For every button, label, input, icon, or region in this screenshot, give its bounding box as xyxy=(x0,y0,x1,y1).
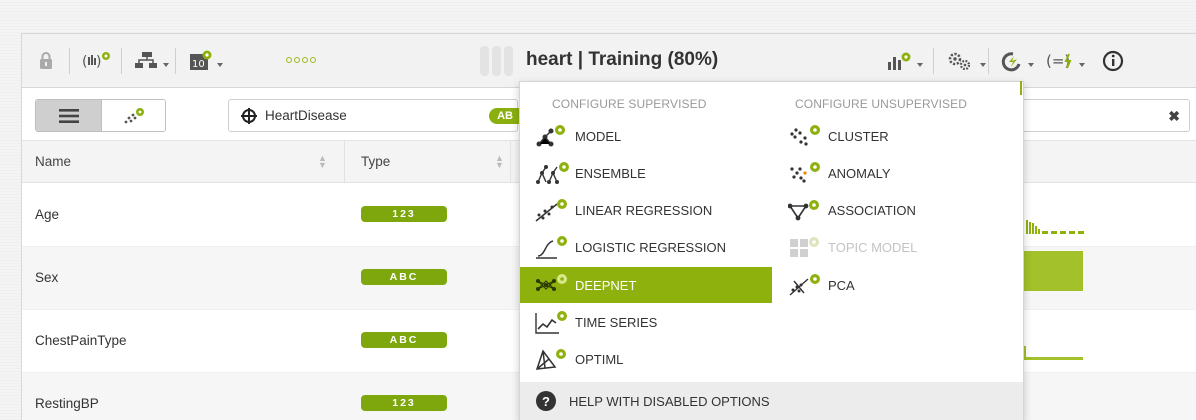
toolbar-divider xyxy=(988,48,989,74)
menu-item-time-series[interactable]: TIME SERIES xyxy=(520,304,772,340)
menu-item-label: ASSOCIATION xyxy=(828,202,916,218)
ensemble-icon xyxy=(535,159,575,187)
menu-item-logistic-regression[interactable]: LOGISTIC REGRESSION xyxy=(520,229,772,265)
info-icon[interactable] xyxy=(1102,47,1124,75)
toolbar-divider xyxy=(69,48,70,74)
menu-item-anomaly[interactable]: ANOMALY xyxy=(780,155,1020,191)
scatterplot-icon xyxy=(124,107,144,123)
network-icon[interactable] xyxy=(134,47,169,75)
column-divider xyxy=(510,141,511,183)
view-toggle xyxy=(35,99,166,132)
menu-item-label: LINEAR REGRESSION xyxy=(575,202,713,218)
field-name: Age xyxy=(35,207,60,222)
field-type-badge: ABC xyxy=(361,269,447,285)
menu-item-label: LOGISTIC REGRESSION xyxy=(575,239,726,255)
menu-item-model[interactable]: MODEL xyxy=(520,118,772,154)
objective-field-name: HeartDisease xyxy=(265,108,347,123)
menu-item-label: MODEL xyxy=(575,128,622,144)
progress-dots xyxy=(286,57,316,63)
optiml-icon xyxy=(535,345,575,373)
formula-icon[interactable]: (=) xyxy=(1046,47,1085,75)
column-header-name[interactable]: Name xyxy=(35,154,71,169)
field-type-badge: 123 xyxy=(361,206,447,222)
svg-text:(: ( xyxy=(82,54,87,70)
target-icon xyxy=(241,107,257,124)
page-title: heart | Training (80%) xyxy=(526,49,719,70)
list-view-button[interactable] xyxy=(36,100,102,131)
anomaly-icon xyxy=(788,159,828,187)
menu-item-label: TOPIC MODEL xyxy=(828,239,918,255)
menu-item-label: ANOMALY xyxy=(828,165,891,181)
automation-icon[interactable] xyxy=(999,47,1034,75)
configure-model-menu: CONFIGURE SUPERVISED CONFIGURE UNSUPERVI… xyxy=(519,81,1024,420)
toolbar-divider xyxy=(175,48,176,74)
toolbar-divider xyxy=(121,48,122,74)
topic-model-icon xyxy=(788,233,828,261)
objective-field-selector[interactable]: HeartDisease AB xyxy=(228,99,519,132)
menu-item-deepnet[interactable]: DEEPNET xyxy=(520,267,772,303)
logistic-regression-icon xyxy=(535,233,575,261)
dataset-view: () 10 heart | Training (80%) (=) HeartDi… xyxy=(21,33,1196,420)
toolbar-divider xyxy=(933,48,934,74)
help-disabled-options[interactable]: ? HELP WITH DISABLED OPTIONS xyxy=(520,382,1023,420)
drag-handle-icon[interactable] xyxy=(480,46,513,76)
histogram xyxy=(1024,346,1083,360)
histogram xyxy=(1026,220,1084,234)
menu-item-label: OPTIML xyxy=(575,351,624,367)
field-name: RestingBP xyxy=(35,396,99,411)
menu-item-ensemble[interactable]: ENSEMBLE xyxy=(520,155,772,191)
menu-item-optiml[interactable]: OPTIML xyxy=(520,341,772,377)
menu-item-label: PCA xyxy=(828,277,855,293)
search-input[interactable]: ✖ xyxy=(1024,99,1190,132)
sort-icon[interactable]: ▲ ▼ xyxy=(495,154,504,170)
column-divider xyxy=(344,141,345,183)
toolbar: () 10 heart | Training (80%) (=) xyxy=(22,34,1196,88)
help-icon: ? xyxy=(536,391,556,411)
linear-regression-icon xyxy=(535,196,575,224)
sources-icon[interactable]: () xyxy=(82,47,112,75)
clear-search-icon[interactable]: ✖ xyxy=(1168,108,1180,125)
field-name: ChestPainType xyxy=(35,333,127,348)
objective-type-badge: AB xyxy=(489,108,519,124)
menu-item-pca[interactable]: PCA xyxy=(780,267,1020,303)
column-header-type[interactable]: Type xyxy=(361,154,390,169)
configure-model-gear-icon[interactable] xyxy=(947,47,986,75)
svg-text:10: 10 xyxy=(192,59,205,70)
association-icon xyxy=(788,196,828,224)
menu-edge xyxy=(1020,81,1022,95)
deepnet-icon xyxy=(535,271,575,299)
sort-icon[interactable]: ▲ ▼ xyxy=(318,154,327,170)
menu-item-label: CLUSTER xyxy=(828,128,889,144)
model-icon xyxy=(535,122,575,150)
scatterplot-view-button[interactable] xyxy=(102,100,165,131)
menu-item-label: ENSEMBLE xyxy=(575,165,646,181)
menu-item-topic-model: TOPIC MODEL xyxy=(780,229,1020,265)
unsupervised-heading: CONFIGURE UNSUPERVISED xyxy=(795,97,968,111)
menu-item-label: DEEPNET xyxy=(575,277,637,293)
supervised-heading: CONFIGURE SUPERVISED xyxy=(552,97,707,111)
list-icon xyxy=(58,108,79,123)
chart-configure-icon[interactable] xyxy=(886,47,923,75)
histogram xyxy=(1024,251,1083,291)
help-label: HELP WITH DISABLED OPTIONS xyxy=(569,393,770,409)
svg-text:): ) xyxy=(96,54,101,70)
dataset-actions-icon[interactable]: 10 xyxy=(188,47,223,75)
menu-item-cluster[interactable]: CLUSTER xyxy=(780,118,1020,154)
field-type-badge: 123 xyxy=(361,395,447,411)
pca-icon xyxy=(788,271,828,299)
field-name: Sex xyxy=(35,270,59,285)
time-series-icon xyxy=(535,308,575,336)
menu-item-label: TIME SERIES xyxy=(575,314,658,330)
cluster-icon xyxy=(788,122,828,150)
menu-item-linear-regression[interactable]: LINEAR REGRESSION xyxy=(520,192,772,228)
menu-item-association[interactable]: ASSOCIATION xyxy=(780,192,1020,228)
lock-icon[interactable] xyxy=(38,47,54,75)
field-type-badge: ABC xyxy=(361,332,447,348)
